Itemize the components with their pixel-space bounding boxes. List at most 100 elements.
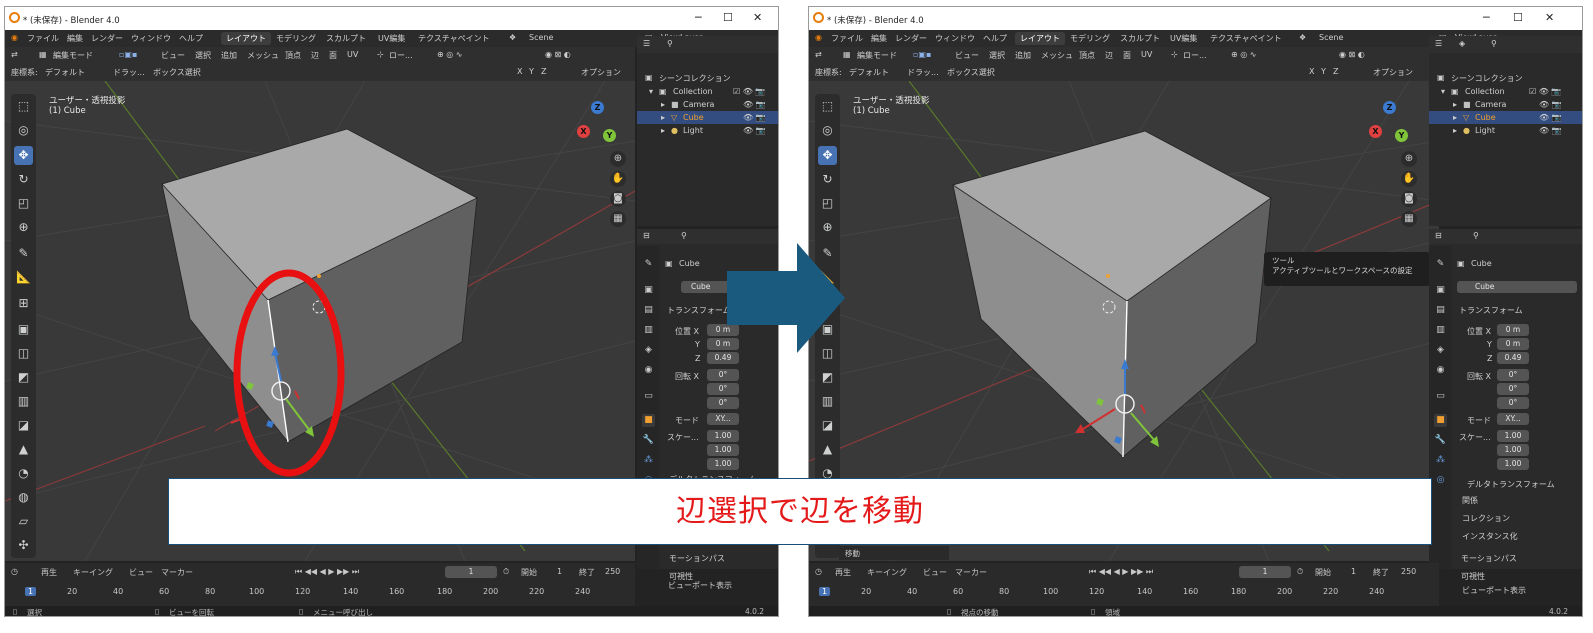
chevron-right-icon[interactable]: ▸ (661, 100, 665, 109)
transform-section[interactable]: トランスフォーム (667, 305, 731, 316)
particles-tab-icon[interactable]: ⁂ (1434, 454, 1447, 467)
outliner-row-collection[interactable]: ▾ ▣ Collection ☑ 👁 📷 (1429, 85, 1582, 98)
properties-search-icon[interactable]: ⚲ (681, 231, 687, 240)
menu-select[interactable]: 選択 (989, 50, 1005, 61)
menu-render[interactable]: レンダー (91, 33, 123, 44)
rotation-y-field[interactable]: 0° (1497, 383, 1529, 395)
collection-tab-icon[interactable]: ▭ (642, 390, 655, 403)
outliner-row-light[interactable]: ▸ ● Light 👁 📷 (1429, 124, 1582, 137)
spin-tool-icon[interactable]: ◔ (14, 464, 33, 483)
visibility-icons[interactable]: ☑ 👁 📷 (1529, 87, 1561, 96)
current-frame-field[interactable]: 1 (445, 566, 497, 578)
editor-type-icon[interactable]: ⇄ (815, 50, 822, 59)
transform-tool-icon[interactable]: ⊕ (818, 218, 837, 237)
world-tab-icon[interactable]: ◉ (1434, 364, 1447, 377)
rotation-z-field[interactable]: 0° (707, 397, 739, 409)
measure-tool-icon[interactable]: 📐 (14, 268, 33, 287)
location-x-field[interactable]: 0 m (1497, 324, 1529, 336)
cursor-tool-icon[interactable]: ◎ (14, 121, 33, 140)
menu-view[interactable]: ビュー (161, 50, 185, 61)
timeline-playback[interactable]: 再生 (835, 567, 851, 578)
menu-add[interactable]: 追加 (1015, 50, 1031, 61)
section-collection[interactable]: コレクション (1462, 513, 1510, 524)
section-delta-transform[interactable]: デルタトランスフォーム (1467, 479, 1555, 490)
select-box-tool-icon[interactable]: ⬚ (14, 97, 33, 116)
outliner-row-cube[interactable]: ▸ ▽ Cube 👁 📷 (637, 111, 778, 124)
overlay-icons[interactable]: ◉ ⊠ ◐ (1339, 50, 1365, 59)
chevron-right-icon[interactable]: ▸ (1453, 100, 1457, 109)
pivot-selector[interactable]: ロー... (1183, 50, 1207, 61)
menu-view[interactable]: ビュー (955, 50, 979, 61)
current-frame-field[interactable]: 1 (1239, 566, 1291, 578)
tab-texture-paint[interactable]: テクスチャペイント (413, 32, 495, 45)
rotation-x-field[interactable]: 0° (707, 369, 739, 381)
camera-view-icon[interactable]: ◙ (610, 191, 626, 207)
visibility-icons[interactable]: 👁 📷 (1539, 113, 1562, 122)
visibility-icons[interactable]: 👁 📷 (743, 113, 766, 122)
scale-y-field[interactable]: 1.00 (1497, 444, 1529, 456)
outliner-scene-collection[interactable]: ▣ シーンコレクション (637, 71, 778, 84)
minimize-button[interactable]: ─ (695, 11, 702, 24)
menu-edge[interactable]: 辺 (311, 50, 319, 61)
axis-z-toggle[interactable]: Z (541, 67, 546, 76)
tab-layout[interactable]: レイアウト (1015, 32, 1065, 45)
scene-tab-icon[interactable]: ◈ (642, 344, 655, 357)
end-frame[interactable]: 250 (605, 567, 620, 576)
knife-tool-icon[interactable]: ◪ (14, 416, 33, 435)
bevel-tool-icon[interactable]: ◩ (14, 368, 33, 387)
blender-menu-icon[interactable]: ◉ (815, 33, 822, 42)
timeline-type-icon[interactable]: ◷ (815, 567, 822, 576)
snap-icon[interactable]: ⊕ ◎ ∿ (437, 50, 462, 59)
start-frame[interactable]: 1 (1351, 567, 1356, 576)
collection-tab-icon[interactable]: ▭ (1434, 390, 1447, 403)
timeline-playback[interactable]: 再生 (41, 567, 57, 578)
annotate-tool-icon[interactable]: ✎ (14, 244, 33, 263)
chevron-down-icon[interactable]: ▾ (1441, 87, 1445, 96)
render-tab-icon[interactable]: ▣ (642, 284, 655, 297)
menu-help[interactable]: ヘルプ (983, 33, 1007, 44)
object-tab-icon[interactable]: ■ (1434, 414, 1447, 427)
axis-x-toggle[interactable]: X (1309, 67, 1314, 76)
pivot-selector[interactable]: ロー... (389, 50, 413, 61)
gizmo-y-icon[interactable]: Y (603, 129, 616, 142)
visibility-icons[interactable]: 👁 📷 (1539, 100, 1562, 109)
outliner-type-icon[interactable]: ☰ (643, 39, 650, 48)
zoom-icon[interactable]: ⊕ (610, 151, 626, 167)
chevron-right-icon[interactable]: ▸ (661, 126, 665, 135)
options-menu[interactable]: オプション (581, 67, 621, 78)
scale-x-field[interactable]: 1.00 (1497, 430, 1529, 442)
grid-view-icon[interactable]: ▦ (610, 211, 626, 227)
drag-selector[interactable]: ドラッ... (113, 67, 145, 78)
operator-panel[interactable]: 移動 (839, 546, 949, 560)
menu-window[interactable]: ウィンドウ (935, 33, 975, 44)
timeline-marker[interactable]: マーカー (955, 567, 987, 578)
chevron-right-icon[interactable]: ▸ (1453, 126, 1457, 135)
menu-edge[interactable]: 辺 (1105, 50, 1113, 61)
object-tab-icon[interactable]: ■ (642, 414, 655, 427)
camera-view-icon[interactable]: ◙ (1401, 191, 1417, 207)
select-box-selector[interactable]: ボックス選択 (153, 67, 201, 78)
tab-uv-edit[interactable]: UV編集 (373, 32, 410, 45)
scene-selector[interactable]: Scene (1319, 33, 1343, 42)
rotate-tool-icon[interactable]: ↻ (14, 170, 33, 189)
menu-mesh[interactable]: メッシュ (247, 50, 279, 61)
rotation-y-field[interactable]: 0° (707, 383, 739, 395)
transform-tool-icon[interactable]: ⊕ (14, 218, 33, 237)
menu-help[interactable]: ヘルプ (179, 33, 203, 44)
tool-tab-icon[interactable]: ✎ (1434, 258, 1447, 271)
section-viewport-display[interactable]: ビューポート表示 (668, 580, 732, 591)
bevel-tool-icon[interactable]: ◩ (818, 368, 837, 387)
maximize-button[interactable]: ☐ (1513, 11, 1523, 24)
scale-y-field[interactable]: 1.00 (707, 444, 739, 456)
menu-edit[interactable]: 編集 (67, 33, 83, 44)
menu-uv[interactable]: UV (1141, 50, 1152, 59)
chevron-right-icon[interactable]: ▸ (661, 113, 665, 122)
gizmo-z-icon[interactable]: Z (1383, 101, 1396, 114)
section-motion-path[interactable]: モーションパス (669, 553, 725, 564)
smooth-tool-icon[interactable]: ◍ (14, 488, 33, 507)
transform-section[interactable]: トランスフォーム (1459, 305, 1523, 316)
timeline-view[interactable]: ビュー (129, 567, 153, 578)
gizmo-y-icon[interactable]: Y (1395, 129, 1408, 142)
snap-icon[interactable]: ⊕ ◎ ∿ (1231, 50, 1256, 59)
pan-hand-icon[interactable]: ✋ (610, 171, 626, 187)
